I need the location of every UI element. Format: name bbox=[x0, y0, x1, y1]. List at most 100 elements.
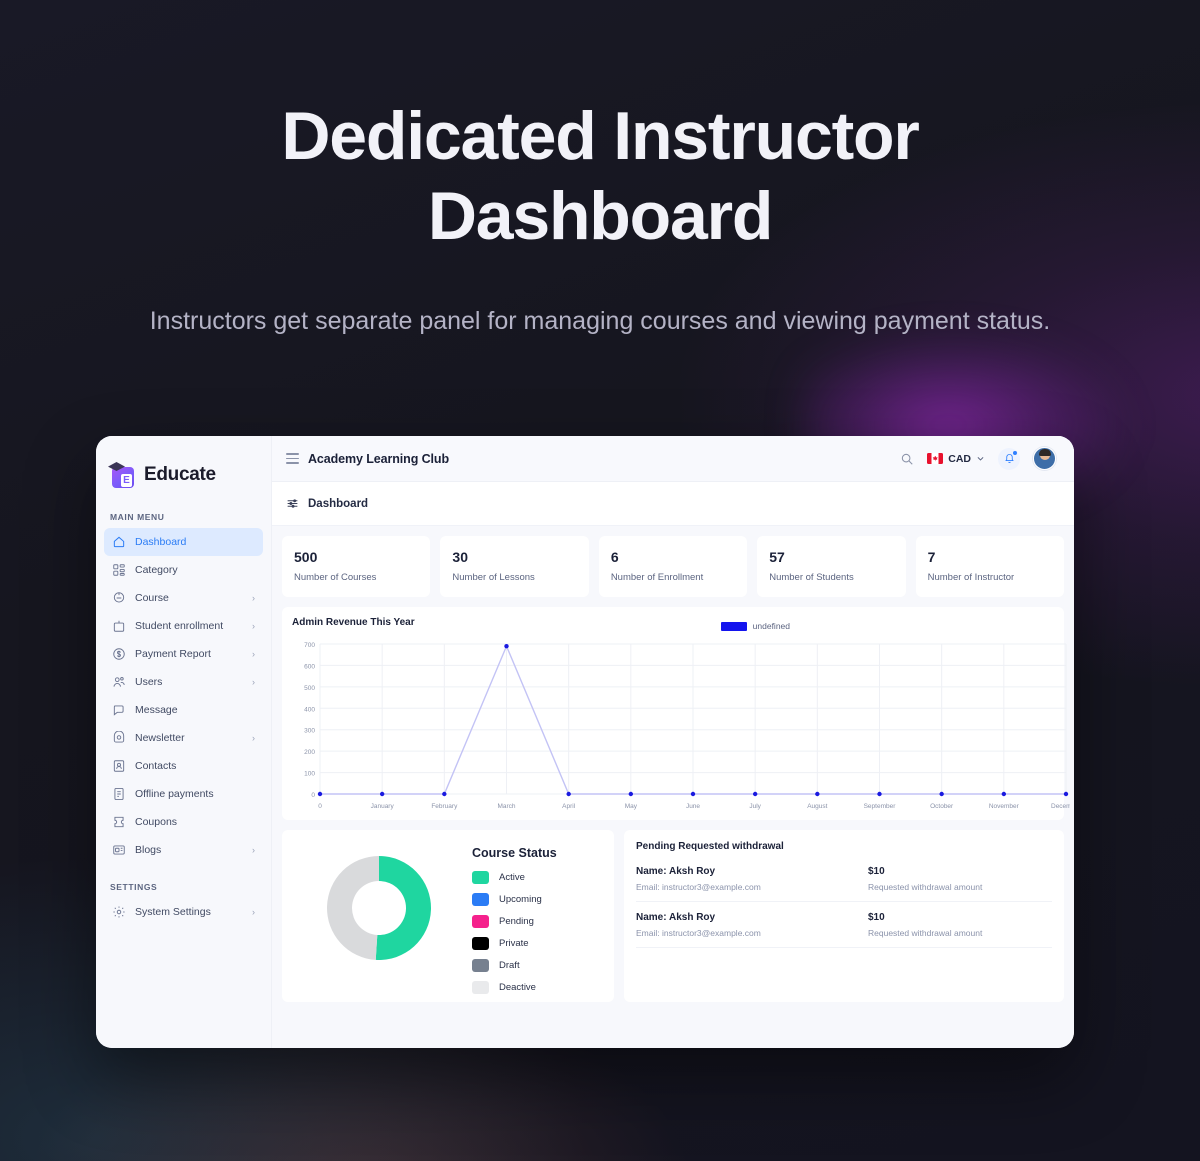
stat-card-enrollment: 6 Number of Enrollment bbox=[598, 536, 748, 597]
stat-value: 7 bbox=[927, 549, 936, 565]
legend-swatch-pending bbox=[472, 915, 489, 928]
svg-text:0: 0 bbox=[311, 792, 315, 799]
stat-label: Number of Courses bbox=[294, 572, 377, 583]
revenue-chart-card: Admin Revenue This Year undefined 0 100 20… bbox=[282, 607, 1070, 820]
table-row[interactable]: Name: Aksh Roy Email: instructor3@exampl… bbox=[636, 856, 1052, 902]
chevron-right-icon: › bbox=[252, 592, 255, 603]
chart-legend: undefined bbox=[720, 621, 790, 631]
svg-text:200: 200 bbox=[304, 749, 315, 756]
sidebar-item-label: System Settings bbox=[135, 906, 211, 918]
chevron-right-icon: › bbox=[252, 676, 255, 687]
svg-text:August: August bbox=[807, 803, 827, 810]
withdrawal-amount: $10 bbox=[868, 912, 885, 923]
svg-text:0: 0 bbox=[318, 803, 322, 810]
payment-report-icon bbox=[113, 648, 125, 660]
newsletter-icon bbox=[113, 731, 125, 743]
stat-value: 30 bbox=[452, 549, 468, 565]
chevron-right-icon: › bbox=[252, 906, 255, 917]
chevron-right-icon: › bbox=[252, 732, 255, 743]
svg-text:September: September bbox=[864, 803, 897, 810]
hero-title-line1: Dedicated Instructor bbox=[281, 98, 919, 174]
sidebar-item-label: Users bbox=[135, 676, 163, 688]
notifications-button[interactable] bbox=[998, 447, 1020, 470]
sidebar-item-label: Offline payments bbox=[135, 788, 214, 800]
stat-value: 6 bbox=[610, 549, 619, 565]
sidebar-item-coupons[interactable]: Coupons bbox=[104, 808, 263, 836]
legend-label: Draft bbox=[499, 960, 520, 971]
chevron-right-icon: › bbox=[252, 844, 255, 855]
bell-icon bbox=[1004, 454, 1014, 463]
stat-label: Number of Instructor bbox=[927, 572, 1015, 583]
sidebar-item-dashboard[interactable]: Dashboard bbox=[104, 528, 263, 556]
page-title: Dedicated Instructor Dashboard bbox=[220, 96, 980, 256]
sidebar-section-main-menu: MAIN MENU bbox=[110, 512, 165, 522]
sidebar-item-users[interactable]: Users › bbox=[104, 668, 263, 696]
donut-svg bbox=[326, 856, 431, 960]
chevron-right-icon: › bbox=[252, 620, 255, 631]
withdrawal-user: Name: Aksh Roy Email: instructor3@exampl… bbox=[636, 866, 868, 892]
sidebar-item-label: Blogs bbox=[135, 844, 162, 856]
stat-value: 57 bbox=[769, 549, 785, 565]
svg-text:300: 300 bbox=[304, 728, 315, 735]
sidebar-item-blogs[interactable]: Blogs › bbox=[104, 836, 263, 864]
sidebar-item-payment-report[interactable]: Payment Report › bbox=[104, 640, 263, 668]
legend-item-active: Active bbox=[472, 871, 604, 884]
course-status-legend: Course Status Active Upcoming Pending Pr… bbox=[472, 844, 604, 1003]
sidebar-item-offline-payments[interactable]: Offline payments bbox=[104, 780, 263, 808]
sidebar: Educate MAIN MENU Dashboard Category Cou… bbox=[96, 436, 272, 1048]
student-enrollment-icon bbox=[113, 620, 125, 632]
sidebar-item-category[interactable]: Category bbox=[104, 556, 263, 584]
svg-text:June: June bbox=[686, 803, 700, 810]
hero-title-line2: Dashboard bbox=[427, 178, 774, 254]
contacts-icon bbox=[113, 760, 125, 772]
hero-subtitle: Instructors get separate panel for manag… bbox=[149, 307, 1051, 335]
sidebar-item-label: Dashboard bbox=[135, 536, 187, 548]
svg-text:April: April bbox=[562, 803, 576, 810]
sliders-icon bbox=[287, 499, 298, 508]
dashboard-window: Educate MAIN MENU Dashboard Category Cou… bbox=[96, 436, 1074, 1048]
legend-swatch-deactive bbox=[472, 981, 489, 994]
sidebar-item-course[interactable]: Course › bbox=[104, 584, 263, 612]
sidebar-item-newsletter[interactable]: Newsletter › bbox=[104, 724, 263, 752]
svg-text:100: 100 bbox=[304, 771, 315, 778]
legend-item-deactive: Deactive bbox=[472, 981, 604, 994]
svg-text:July: July bbox=[749, 803, 761, 810]
stat-label: Number of Lessons bbox=[452, 572, 535, 583]
course-status-title: Course Status bbox=[472, 846, 557, 860]
table-row[interactable]: Name: Aksh Roy Email: instructor3@exampl… bbox=[636, 902, 1052, 948]
breadcrumb-label: Dashboard bbox=[308, 497, 369, 510]
sidebar-item-message[interactable]: Message bbox=[104, 696, 263, 724]
avatar[interactable] bbox=[1033, 447, 1056, 470]
brand-name: Educate bbox=[144, 464, 216, 485]
main-area: Academy Learning Club CAD Dashboard 500 … bbox=[272, 436, 1074, 1048]
sidebar-item-label: Category bbox=[135, 564, 178, 576]
sidebar-section-settings: SETTINGS bbox=[110, 882, 158, 892]
topbar-actions: CAD bbox=[900, 447, 1056, 470]
breadcrumb: Dashboard bbox=[272, 482, 1074, 526]
sidebar-item-label: Message bbox=[135, 704, 178, 716]
legend-label: Private bbox=[499, 938, 529, 949]
currency-selector[interactable]: CAD bbox=[927, 453, 985, 465]
withdrawal-amount: $10 bbox=[868, 866, 885, 877]
chevron-down-icon bbox=[977, 457, 984, 461]
bottom-row: Course Status Active Upcoming Pending Pr… bbox=[282, 830, 1064, 1002]
search-icon[interactable] bbox=[900, 452, 914, 466]
svg-text:December: December bbox=[1051, 803, 1070, 810]
brand-logo[interactable]: Educate bbox=[96, 450, 271, 494]
legend-swatch-upcoming bbox=[472, 893, 489, 906]
legend-label: undefined bbox=[752, 621, 790, 631]
message-icon bbox=[113, 705, 124, 716]
hero-section: Dedicated Instructor Dashboard Instructo… bbox=[0, 0, 1200, 342]
svg-text:600: 600 bbox=[304, 663, 315, 670]
sidebar-item-contacts[interactable]: Contacts bbox=[104, 752, 263, 780]
hamburger-menu-icon[interactable] bbox=[286, 453, 299, 464]
offline-payments-icon bbox=[114, 787, 124, 801]
svg-text:400: 400 bbox=[304, 706, 315, 713]
stat-card-lessons: 30 Number of Lessons bbox=[440, 536, 589, 597]
sidebar-item-system-settings[interactable]: System Settings › bbox=[104, 898, 263, 926]
topbar: Academy Learning Club CAD bbox=[272, 436, 1074, 482]
withdrawal-amount-cell: $10 Requested withdrawal amount bbox=[868, 912, 982, 938]
sidebar-item-student-enrollment[interactable]: Student enrollment › bbox=[104, 612, 263, 640]
legend-label: Active bbox=[499, 872, 525, 883]
withdrawal-amount-caption: Requested withdrawal amount bbox=[868, 928, 983, 938]
